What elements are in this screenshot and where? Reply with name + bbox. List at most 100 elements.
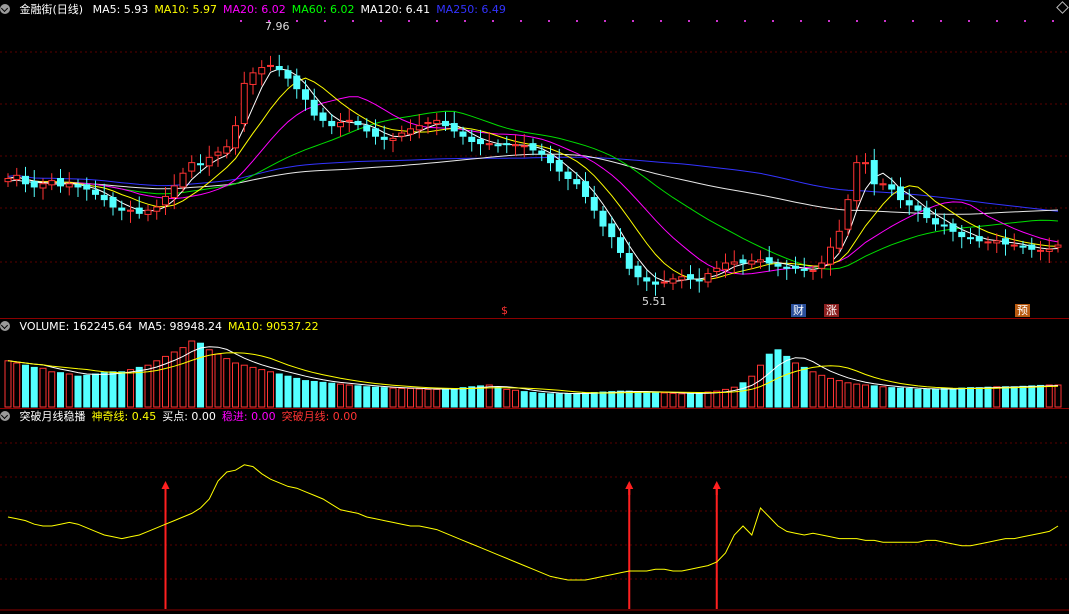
candle-body [818,262,826,269]
candle-body [345,119,353,122]
volume-bar [284,375,292,408]
candle-body [599,210,607,227]
forecast-marker[interactable]: 预 [1015,304,1030,317]
candle-body [1002,238,1009,245]
tick-dot [492,20,494,22]
candle-body [704,273,712,283]
limit-up-marker[interactable]: 涨 [824,304,839,317]
candle-body [407,128,414,135]
volume-bar [660,392,668,408]
volume-bar [792,362,799,408]
candle-body [328,120,336,127]
tick-dot [604,20,606,22]
candle-body [652,281,659,285]
candle-body [940,224,948,227]
candle-body [293,75,301,90]
candle-body [22,175,29,185]
candle-body [853,162,861,202]
candle-body [223,146,231,154]
volume-bar [687,393,694,408]
candle-body [503,143,511,146]
candle-body [363,125,371,132]
candle-body [477,138,484,145]
candle-body [389,137,397,141]
volume-bar [512,389,519,408]
ma-label-2: MA20: 6.02 [223,3,286,16]
candle-body [450,123,458,132]
tick-dot [380,20,382,22]
chevron-down-icon[interactable] [0,4,10,14]
candle-body [205,156,213,167]
volume-bar [844,382,852,408]
volume-bar [800,366,808,408]
volume-bar [897,387,904,408]
tick-dot [800,20,802,22]
volume-bar [538,392,546,408]
tick-dot [576,20,578,22]
candle-body [590,197,598,211]
volume-bar [92,373,99,408]
candle-body [520,145,528,148]
tick-dot [716,20,718,22]
finance-marker[interactable]: 财 [791,304,806,317]
candle-body [267,64,274,67]
volume-bar [704,391,712,408]
candle-body [512,144,519,147]
chevron-down-icon[interactable] [0,321,10,331]
candle-body [284,70,292,79]
tick-dot [520,20,522,22]
volume-bar [83,374,91,408]
volume-bar [214,353,222,408]
indicator-label-3: 稳进: 0.00 [221,410,276,423]
candle-body [774,263,782,267]
candle-body [529,143,537,151]
candle-body [302,89,309,100]
candle-body [827,246,834,265]
volume-bar [468,386,476,408]
candle-body [984,241,992,244]
volume-label-1: MA5: 98948.24 [138,320,222,333]
tick-dot [548,20,550,22]
high-label: 7.96 [265,20,290,33]
candle-body [424,121,432,125]
volume-bar [809,371,817,408]
chevron-down-icon[interactable] [0,411,10,421]
candle-body [993,240,1001,244]
candle-body [608,223,616,238]
tick-dot [240,20,242,22]
tick-dot [968,20,970,22]
indicator-chart[interactable] [0,409,1069,614]
volume-bar [223,358,231,408]
candle-body [879,183,887,186]
tick-dot [1052,20,1054,22]
candle-body [555,160,563,172]
volume-bar [582,392,589,408]
volume-bar [678,393,686,408]
candle-body [485,143,493,146]
volume-bar [564,393,572,408]
candle-body [967,237,974,240]
candle-body [65,183,73,188]
stock-title[interactable]: 金融街(日线) [20,3,84,16]
volume-bar [827,377,834,408]
candle-body [127,209,134,212]
tick-dot [688,20,690,22]
volume-bar [879,386,887,408]
tick-dot [940,20,942,22]
volume-bar [652,391,659,408]
ma5-line [7,68,1059,283]
dividend-marker[interactable]: $ [499,304,510,317]
candle-body [310,99,318,116]
volume-bar [319,381,327,408]
volume-bar [424,388,432,408]
candlestick-chart[interactable] [0,0,1069,318]
candle-body [275,65,283,71]
volume-bar [65,373,73,408]
tick-dot [772,20,774,22]
tick-dot [296,20,298,22]
candle-body [765,257,773,264]
volume-bar [293,377,301,408]
candle-body [547,154,554,164]
candle-body [625,253,633,269]
candle-body [905,200,913,206]
